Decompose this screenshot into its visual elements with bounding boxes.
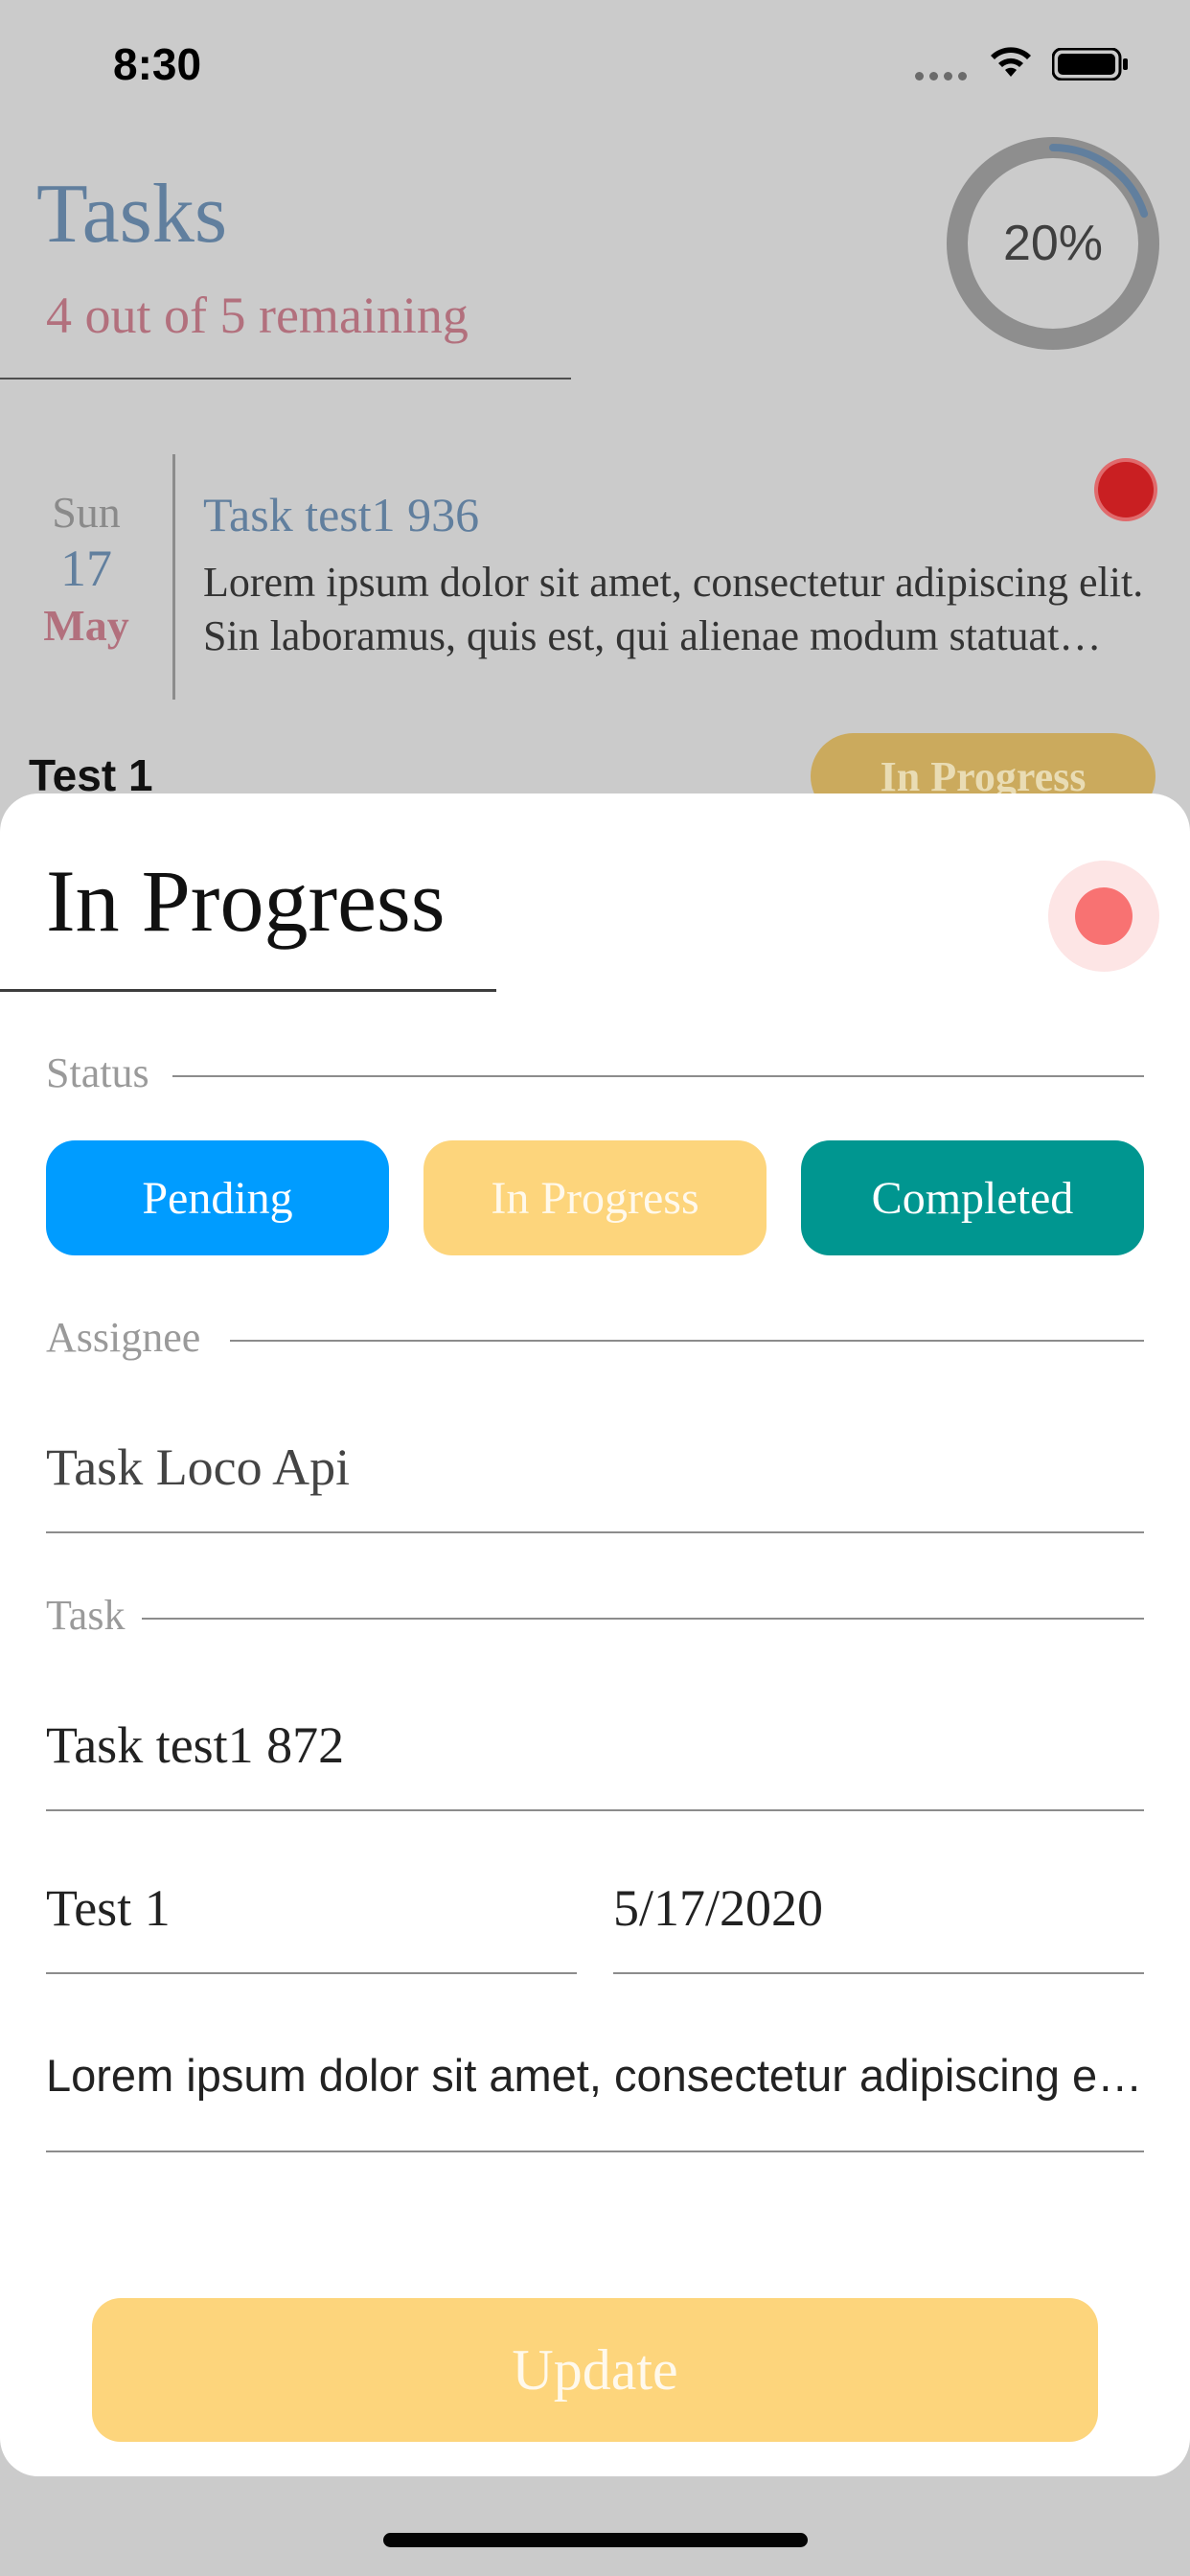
home-indicator[interactable]	[383, 2533, 808, 2547]
description-field-underline	[46, 2150, 1144, 2152]
assignee-section-rule	[230, 1340, 1144, 1342]
task-date-day: Sun	[52, 488, 121, 537]
status-completed-button[interactable]: Completed	[801, 1140, 1144, 1255]
assignee-field-underline	[46, 1531, 1144, 1533]
sheet-title-divider	[0, 989, 496, 992]
task-date-divider	[172, 454, 175, 700]
task-date-number: 17	[60, 539, 112, 597]
date-field-underline	[613, 1972, 1144, 1974]
task-date-month: May	[43, 601, 129, 651]
task-name-field-underline	[46, 1809, 1144, 1811]
task-card[interactable]: Sun 17 May Task test1 936 Lorem ipsum do…	[0, 450, 1190, 709]
task-card-title: Task test1 936	[203, 488, 480, 541]
cellular-signal-icon	[915, 72, 967, 80]
page-title: Tasks	[36, 168, 228, 261]
assignee-field[interactable]: Task Loco Api	[46, 1441, 350, 1493]
close-button[interactable]	[1048, 861, 1159, 972]
progress-percentage: 20%	[1002, 216, 1104, 271]
status-pending-button[interactable]: Pending	[46, 1140, 389, 1255]
header-divider	[0, 378, 571, 380]
task-date: Sun 17 May	[29, 488, 144, 653]
close-dot-icon	[1075, 887, 1133, 945]
task-card-description: Lorem ipsum dolor sit amet, consectetur …	[203, 559, 1144, 659]
priority-dot-icon	[1098, 462, 1154, 518]
assignee-section-label: Assignee	[46, 1317, 215, 1359]
status-time: 8:30	[113, 39, 202, 89]
update-button[interactable]: Update	[92, 2298, 1098, 2442]
description-field[interactable]: Lorem ipsum dolor sit amet, consectetur …	[46, 2049, 1144, 2103]
remaining-count: 4 out of 5 remaining	[46, 287, 469, 344]
status-section-rule	[172, 1075, 1144, 1077]
test-field[interactable]: Test 1	[46, 1882, 171, 1934]
battery-icon	[1052, 48, 1128, 80]
status-in-progress-button[interactable]: In Progress	[423, 1140, 767, 1255]
task-section-rule	[142, 1618, 1144, 1620]
status-section-label: Status	[46, 1052, 163, 1094]
sheet-title: In Progress	[46, 852, 446, 950]
edit-task-sheet: In Progress Status Pending In Progress C…	[0, 794, 1190, 2476]
task-name-field[interactable]: Task test1 872	[46, 1719, 344, 1771]
date-field[interactable]: 5/17/2020	[613, 1882, 823, 1934]
test-field-underline	[46, 1972, 577, 1974]
wifi-icon	[991, 47, 1031, 77]
status-bar: 8:30	[0, 0, 1190, 125]
task-section-label: Task	[46, 1595, 139, 1637]
